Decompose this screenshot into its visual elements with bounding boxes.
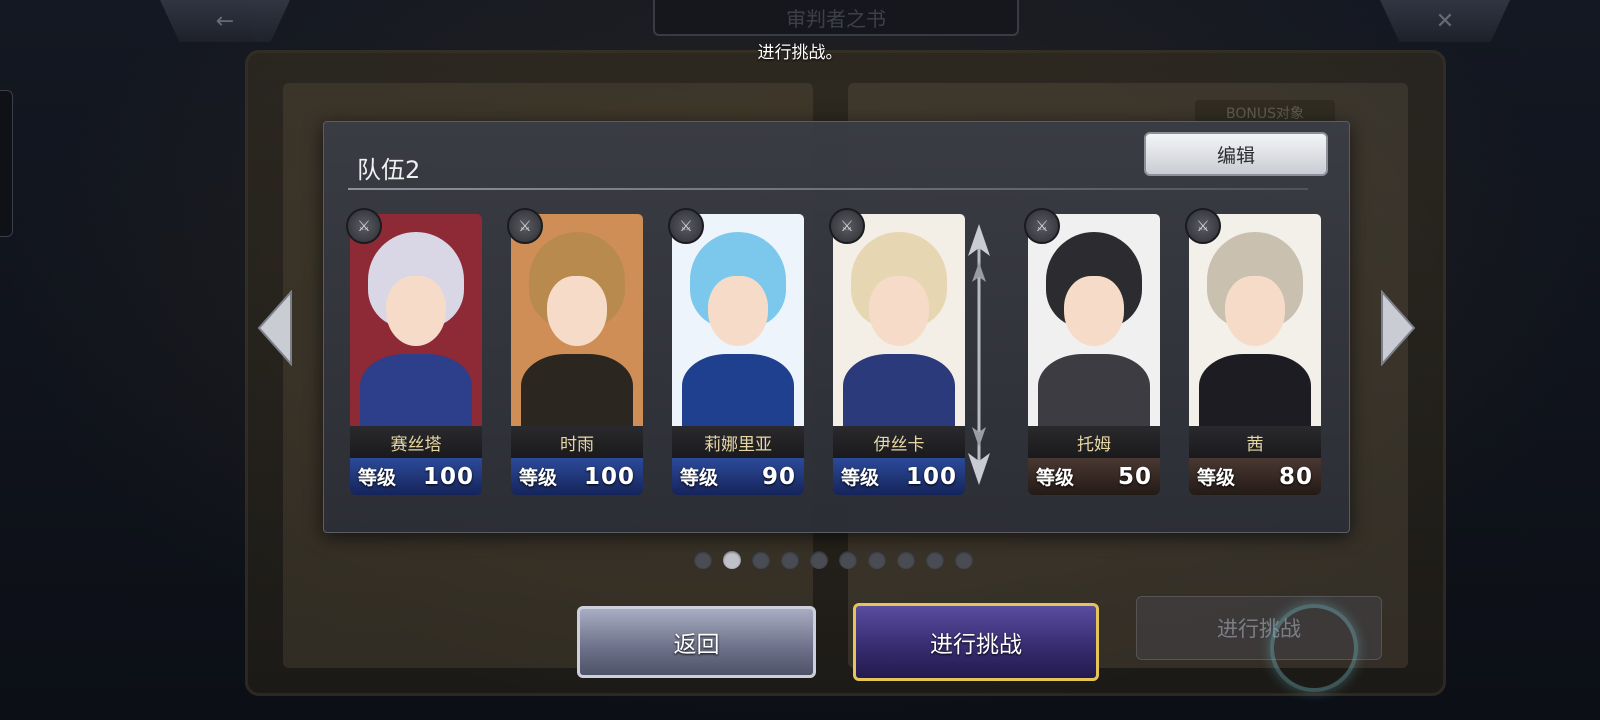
team-title: 队伍2 (357, 156, 421, 184)
toast-message: 进行挑战。 (757, 43, 843, 63)
pagination-dot[interactable] (723, 551, 741, 569)
character-card[interactable]: ⚔ 伊丝卡 等级 100 (829, 208, 965, 497)
sword-icon: ⚔ (1185, 208, 1221, 244)
character-card[interactable]: ⚔ 赛丝塔 等级 100 (346, 208, 482, 497)
level-label: 等级 (680, 467, 719, 489)
level-label: 等级 (1197, 467, 1236, 489)
character-portrait (350, 214, 482, 426)
character-level: 等级 100 (833, 458, 965, 495)
pagination-dot[interactable] (868, 551, 886, 569)
character-name: 赛丝塔 (350, 426, 482, 458)
divider (348, 188, 1308, 190)
pagination-dot[interactable] (897, 551, 915, 569)
team-panel: 队伍2 编辑 ⚔ 赛丝塔 等级 100 ⚔ 时雨 等级 100 ⚔ 莉娜里亚 等… (323, 121, 1350, 533)
level-value: 100 (422, 463, 474, 490)
character-card[interactable]: ⚔ 莉娜里亚 等级 90 (668, 208, 804, 497)
pagination-dot[interactable] (810, 551, 828, 569)
sword-icon: ⚔ (507, 208, 543, 244)
character-level: 等级 90 (672, 458, 804, 495)
character-card[interactable]: ⚔ 时雨 等级 100 (507, 208, 643, 497)
pagination-dot[interactable] (752, 551, 770, 569)
back-arrow-icon: ← (215, 8, 235, 34)
character-portrait (672, 214, 804, 426)
sword-icon: ⚔ (346, 208, 382, 244)
sword-icon: ⚔ (829, 208, 865, 244)
level-label: 等级 (358, 467, 397, 489)
side-tab[interactable] (0, 90, 13, 237)
character-portrait (511, 214, 643, 426)
edit-button[interactable]: 编辑 (1144, 132, 1328, 176)
sword-icon: ⚔ (668, 208, 704, 244)
level-value: 100 (905, 463, 957, 490)
level-value: 100 (583, 463, 635, 490)
back-button[interactable]: 返回 (577, 606, 816, 678)
top-back-button[interactable]: ← (160, 0, 290, 42)
prev-team-arrow-icon[interactable] (255, 289, 295, 367)
top-close-button[interactable]: ✕ (1380, 0, 1510, 42)
character-card[interactable]: ⚔ 托姆 等级 50 (1024, 208, 1160, 497)
character-portrait (1028, 214, 1160, 426)
pagination-dot[interactable] (694, 551, 712, 569)
next-team-arrow-icon[interactable] (1378, 289, 1418, 367)
pagination-dot[interactable] (839, 551, 857, 569)
character-name: 时雨 (511, 426, 643, 458)
character-name: 茜 (1189, 426, 1321, 458)
level-value: 90 (761, 463, 796, 490)
level-label: 等级 (1036, 467, 1075, 489)
sword-icon: ⚔ (1024, 208, 1060, 244)
level-label: 等级 (841, 467, 880, 489)
close-icon: ✕ (1435, 8, 1455, 34)
book-title: 审判者之书 (653, 0, 1019, 36)
level-value: 50 (1117, 463, 1152, 490)
character-level: 等级 100 (511, 458, 643, 495)
character-card[interactable]: ⚔ 茜 等级 80 (1185, 208, 1321, 497)
start-challenge-button[interactable]: 进行挑战 (853, 603, 1099, 681)
pagination-dot[interactable] (781, 551, 799, 569)
character-name: 莉娜里亚 (672, 426, 804, 458)
character-name: 伊丝卡 (833, 426, 965, 458)
team-pagination (694, 551, 973, 569)
pagination-dot[interactable] (926, 551, 944, 569)
swap-arrows-icon (964, 222, 994, 487)
character-portrait (1189, 214, 1321, 426)
character-portrait (833, 214, 965, 426)
character-level: 等级 100 (350, 458, 482, 495)
touch-indicator (1270, 604, 1358, 692)
character-level: 等级 50 (1028, 458, 1160, 495)
level-value: 80 (1278, 463, 1313, 490)
level-label: 等级 (519, 467, 558, 489)
pagination-dot[interactable] (955, 551, 973, 569)
character-name: 托姆 (1028, 426, 1160, 458)
character-level: 等级 80 (1189, 458, 1321, 495)
